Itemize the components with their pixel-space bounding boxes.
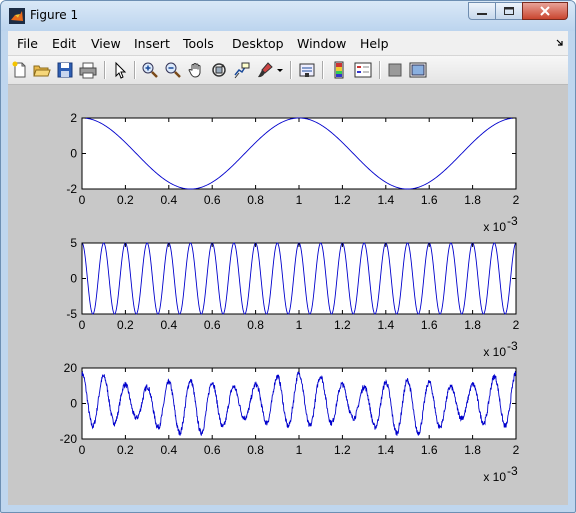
x-tick-label: 1.2 [334, 318, 351, 332]
toolbar-separator [134, 61, 136, 79]
x-axis-multiplier: x 10 [483, 470, 506, 484]
menu-edit[interactable]: Edit [52, 36, 76, 51]
show-plot-tools-icon[interactable] [409, 61, 427, 79]
x-axis-exponent: -3 [507, 464, 518, 478]
figure-window: Figure 1 File Edit View Insert Tools Des… [0, 0, 576, 513]
figure-toolbar [8, 55, 568, 85]
x-tick-label: 1.4 [377, 318, 394, 332]
x-tick-label: 0 [79, 318, 86, 332]
maximize-icon [504, 7, 514, 15]
y-tick-label: 0 [70, 397, 77, 411]
close-icon [540, 6, 550, 16]
menu-view[interactable]: View [91, 36, 121, 51]
close-button[interactable] [522, 2, 568, 20]
axes-3-plot-area[interactable] [81, 367, 517, 440]
x-tick-label: 2 [513, 443, 520, 457]
hide-plot-tools-icon[interactable] [386, 61, 404, 79]
y-tick-label: -2 [66, 182, 77, 196]
x-tick-label: 0.6 [204, 193, 221, 207]
x-tick-label: 1.4 [377, 443, 394, 457]
x-tick-label: 0.6 [204, 318, 221, 332]
menu-bar: File Edit View Insert Tools Desktop Wind… [8, 31, 568, 55]
menu-file[interactable]: File [17, 36, 38, 51]
toolbar-separator [379, 61, 381, 79]
toolbar-separator [104, 61, 106, 79]
figure-plots: 0 0.2 0.4 0.6 0.8 1 1.2 1.4 1.6 1.8 2-202x 10 -30 0.… [60, 111, 520, 484]
y-tick-label: -5 [66, 307, 77, 321]
rotate-3d-icon[interactable] [210, 61, 228, 79]
x-axis-multiplier: x 10 [483, 345, 506, 359]
pointer-icon[interactable] [111, 61, 129, 79]
x-tick-label: 0.4 [160, 443, 177, 457]
menu-desktop[interactable]: Desktop [232, 36, 284, 51]
menu-help[interactable]: Help [360, 36, 389, 51]
x-tick-label: 0.4 [160, 318, 177, 332]
x-tick-label: 0.4 [160, 193, 177, 207]
zoom-out-icon[interactable] [164, 61, 182, 79]
title-bar[interactable]: Figure 1 [1, 1, 575, 31]
zoom-in-icon[interactable] [141, 61, 159, 79]
x-tick-label: 1 [296, 443, 303, 457]
x-tick-label: 1.6 [421, 193, 438, 207]
x-tick-label: 0.2 [117, 318, 134, 332]
x-tick-label: 0.8 [247, 318, 264, 332]
x-tick-label: 1.6 [421, 318, 438, 332]
minimize-icon [477, 13, 487, 15]
brush-dropdown-icon[interactable] [276, 61, 284, 79]
x-tick-label: 1.2 [334, 193, 351, 207]
x-tick-label: 0.8 [247, 193, 264, 207]
toolbar-separator [290, 61, 292, 79]
x-tick-label: 1 [296, 318, 303, 332]
axes-1-plot-area[interactable] [81, 117, 517, 190]
x-tick-label: 2 [513, 318, 520, 332]
x-axis-exponent: -3 [507, 214, 518, 228]
y-tick-label: -20 [60, 432, 78, 446]
x-tick-label: 0.2 [117, 193, 134, 207]
save-icon[interactable] [56, 61, 74, 79]
x-tick-label: 1.2 [334, 443, 351, 457]
y-tick-label: 20 [64, 361, 78, 375]
new-figure-icon[interactable] [11, 61, 29, 79]
minimize-button[interactable] [468, 2, 496, 20]
legend-icon[interactable] [354, 61, 372, 79]
y-tick-label: 0 [70, 272, 77, 286]
brush-icon[interactable] [256, 61, 274, 79]
link-plot-icon[interactable] [298, 61, 316, 79]
x-tick-label: 0.8 [247, 443, 264, 457]
menu-tools[interactable]: Tools [183, 36, 214, 51]
x-axis-exponent: -3 [507, 339, 518, 353]
x-tick-label: 0.2 [117, 443, 134, 457]
x-tick-label: 1 [296, 193, 303, 207]
print-icon[interactable] [79, 61, 97, 79]
toolbar-separator [322, 61, 324, 79]
axes-2-plot-area[interactable] [81, 242, 517, 315]
window-title: Figure 1 [30, 8, 79, 22]
x-tick-label: 0.6 [204, 443, 221, 457]
pan-hand-icon[interactable] [187, 61, 205, 79]
open-file-icon[interactable] [33, 61, 51, 79]
x-tick-label: 1.4 [377, 193, 394, 207]
figure-canvas: 0 0.2 0.4 0.6 0.8 1 1.2 1.4 1.6 1.8 2 -2 0 2 x 10 -3 0 0.… [8, 85, 568, 505]
x-tick-label: 1.8 [464, 193, 481, 207]
y-tick-label: 2 [70, 111, 77, 125]
x-tick-label: 2 [513, 193, 520, 207]
x-tick-label: 0 [79, 443, 86, 457]
colorbar-icon[interactable] [330, 61, 348, 79]
y-tick-label: 0 [70, 147, 77, 161]
x-tick-label: 1.8 [464, 443, 481, 457]
menu-insert[interactable]: Insert [134, 36, 170, 51]
x-tick-label: 1.8 [464, 318, 481, 332]
data-cursor-icon[interactable] [233, 61, 251, 79]
y-tick-label: 5 [70, 236, 77, 250]
maximize-button[interactable] [495, 2, 523, 20]
menu-window[interactable]: Window [297, 36, 346, 51]
x-tick-label: 1.6 [421, 443, 438, 457]
x-axis-multiplier: x 10 [483, 220, 506, 234]
x-tick-label: 0 [79, 193, 86, 207]
dock-arrow-icon[interactable] [556, 39, 564, 47]
matlab-icon [9, 8, 25, 24]
